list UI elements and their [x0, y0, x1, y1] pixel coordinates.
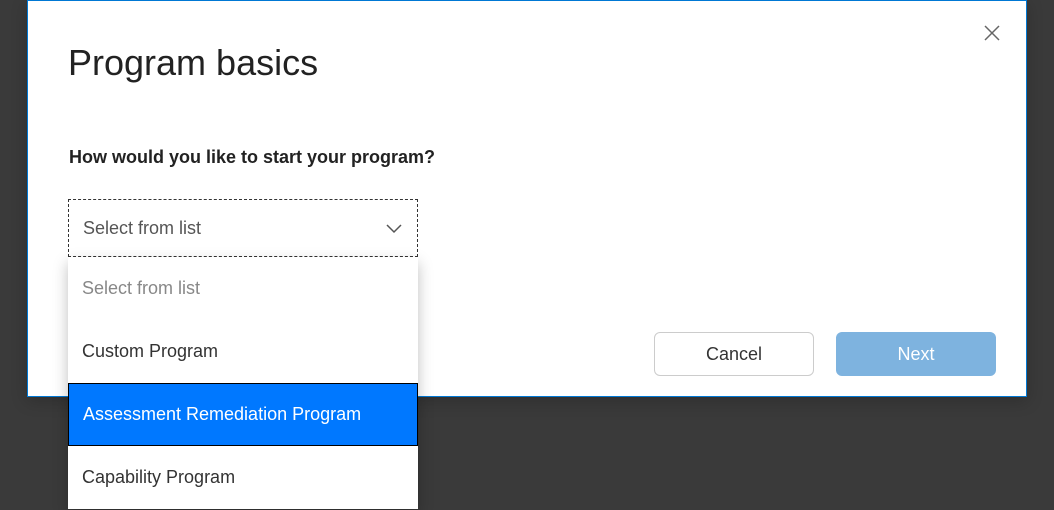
- close-icon: [983, 24, 1001, 42]
- cancel-button-label: Cancel: [706, 344, 762, 365]
- program-select[interactable]: Select from list: [68, 199, 418, 257]
- dropdown-option-label: Select from list: [82, 278, 200, 299]
- program-select-dropdown: Select from list Custom Program Assessme…: [68, 257, 418, 509]
- program-basics-modal: Program basics How would you like to sta…: [27, 0, 1027, 397]
- dropdown-option-placeholder[interactable]: Select from list: [68, 257, 418, 320]
- dropdown-option-assessment-remediation[interactable]: Assessment Remediation Program: [68, 383, 418, 446]
- next-button-label: Next: [897, 344, 934, 365]
- next-button[interactable]: Next: [836, 332, 996, 376]
- cancel-button[interactable]: Cancel: [654, 332, 814, 376]
- question-label: How would you like to start your program…: [69, 147, 435, 168]
- close-button[interactable]: [980, 21, 1004, 45]
- dropdown-option-custom[interactable]: Custom Program: [68, 320, 418, 383]
- dropdown-option-capability[interactable]: Capability Program: [68, 446, 418, 509]
- dropdown-option-label: Assessment Remediation Program: [83, 404, 361, 425]
- modal-footer: Cancel Next: [654, 332, 996, 376]
- chevron-down-icon: [385, 222, 403, 234]
- select-value: Select from list: [83, 218, 201, 239]
- dropdown-option-label: Capability Program: [82, 467, 235, 488]
- dropdown-option-label: Custom Program: [82, 341, 218, 362]
- modal-title: Program basics: [68, 42, 318, 84]
